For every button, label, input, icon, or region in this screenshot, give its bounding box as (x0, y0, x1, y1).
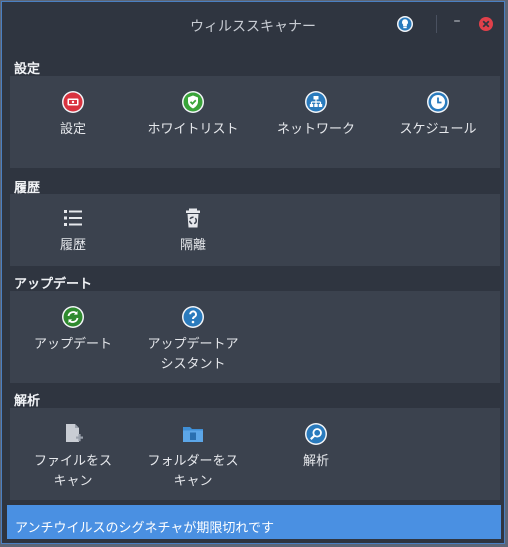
scan-folder-item[interactable]: フォルダーをス キャン (132, 422, 254, 492)
close-icon (479, 17, 493, 31)
info-button[interactable] (396, 15, 414, 33)
analysis-item[interactable]: 解析 (255, 422, 377, 472)
whitelist-item-label: ホワイトリスト (147, 122, 239, 137)
history-item[interactable]: 履歴 (12, 206, 134, 256)
settings-panel: 設定 ホワイトリスト ネットワーク スケジュール (10, 76, 500, 168)
titlebar-separator (436, 15, 437, 33)
scan-file-item-label: ファイルをス キャン (33, 454, 112, 489)
title-bar: ウィルススキャナー – (2, 2, 504, 46)
recycle-bin-icon (186, 208, 200, 228)
magnifier-icon (305, 423, 327, 445)
settings-item-label: 設定 (59, 122, 86, 137)
info-bulb-icon (397, 16, 413, 32)
update-item[interactable]: アップデート (12, 305, 134, 355)
section-title-update: アップデート (14, 277, 93, 292)
update-assistant-item-label: アップデートア シスタント (147, 337, 239, 372)
network-item[interactable]: ネットワーク (255, 90, 377, 140)
section-title-analysis: 解析 (14, 394, 41, 409)
quarantine-item[interactable]: 隔離 (132, 206, 254, 256)
check-shield-icon (182, 91, 204, 113)
clock-icon (427, 91, 449, 113)
window-title: ウィルススキャナー (190, 19, 316, 35)
scan-file-item[interactable]: ファイルをス キャン (12, 422, 134, 492)
update-item-label: アップデート (33, 337, 112, 352)
list-icon (64, 210, 82, 226)
scan-folder-item-label: フォルダーをス キャン (147, 454, 239, 489)
schedule-item[interactable]: スケジュール (377, 90, 499, 140)
settings-card-icon (62, 91, 84, 113)
history-panel: 履歴 隔離 (10, 194, 500, 266)
schedule-item-label: スケジュール (399, 122, 477, 137)
network-icon (305, 91, 327, 113)
whitelist-item[interactable]: ホワイトリスト (132, 90, 254, 140)
folder-icon (183, 427, 203, 442)
analysis-item-label: 解析 (302, 454, 329, 469)
minimize-button[interactable]: – (448, 13, 466, 31)
quarantine-item-label: 隔離 (179, 238, 206, 253)
virus-scanner-window: ウィルススキャナー – 設定 設定 ホワイトリスト ネットワーク スケジュール … (1, 1, 505, 544)
settings-item[interactable]: 設定 (12, 90, 134, 140)
status-bar: アンチウイルスのシグネチャが期限切れです (7, 505, 501, 539)
file-add-icon (66, 424, 83, 442)
update-assistant-item[interactable]: アップデートア シスタント (132, 305, 254, 375)
network-item-label: ネットワーク (276, 122, 355, 137)
help-icon (182, 306, 204, 328)
refresh-icon (62, 306, 84, 328)
update-panel: アップデート アップデートア シスタント (10, 291, 500, 383)
close-button[interactable] (477, 15, 495, 33)
analysis-panel: ファイルをス キャン フォルダーをス キャン 解析 (10, 408, 500, 500)
history-item-label: 履歴 (59, 238, 86, 253)
section-title-settings: 設定 (14, 62, 41, 77)
